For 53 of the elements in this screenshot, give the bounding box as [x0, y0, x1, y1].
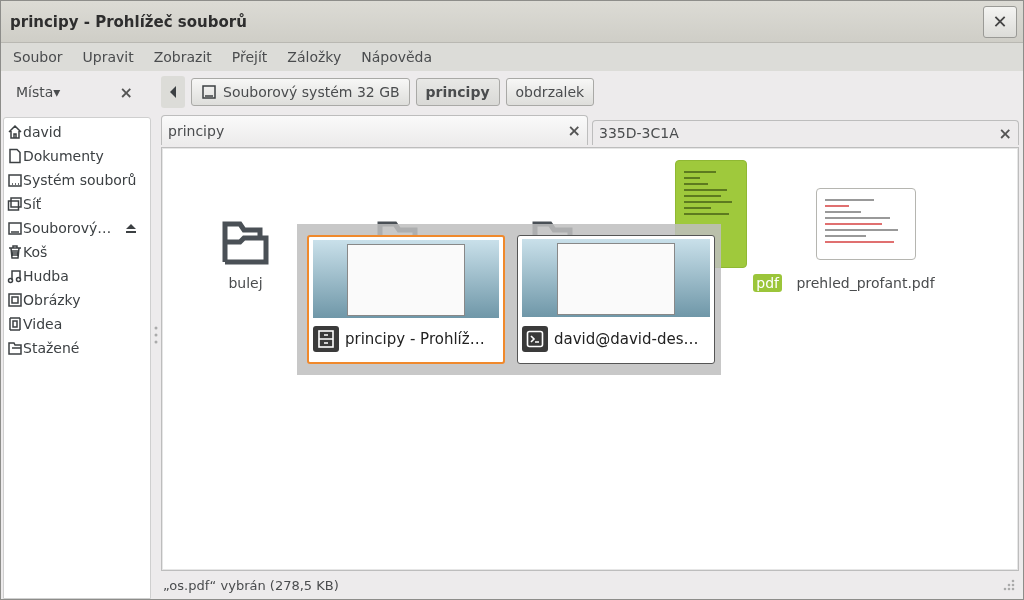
sidebar-item[interactable]: Síť	[23, 196, 42, 212]
file-name[interactable]: prehled_profant.pdf	[793, 274, 938, 292]
close-tab-button[interactable]: ×	[567, 121, 581, 140]
close-tab-button[interactable]: ×	[998, 123, 1012, 143]
film-icon	[7, 316, 23, 332]
tab-label: 335D-3C1A	[599, 125, 679, 141]
close-button[interactable]: ✕	[983, 5, 1017, 38]
trash-icon	[7, 244, 23, 260]
tab[interactable]: principy ×	[161, 115, 588, 145]
path-button[interactable]: Souborový systém 32 GB	[191, 78, 410, 106]
close-sidebar-button[interactable]: ×	[119, 82, 133, 102]
sidebar-item[interactable]: Dokumenty	[23, 148, 104, 164]
eject-icon[interactable]	[125, 223, 138, 233]
drive-icon	[7, 172, 23, 188]
file-cabinet-icon	[313, 325, 339, 352]
menu-item[interactable]: Nápověda	[351, 49, 443, 65]
network-icon	[7, 196, 23, 212]
window-card-title: principy - Prohlíž…	[345, 329, 485, 348]
window-title: principy - Prohlížeč souborů	[10, 12, 247, 31]
path-button[interactable]: obdrzalek	[505, 78, 595, 106]
sidebar-item[interactable]: Systém souborů	[23, 172, 137, 188]
menu-item[interactable]: Zobrazit	[143, 49, 222, 65]
sidebar-item[interactable]: Koš	[23, 244, 48, 260]
menu-item[interactable]: Upravit	[72, 49, 144, 65]
path-button[interactable]: principy	[415, 78, 500, 106]
menu-item[interactable]: Soubor	[3, 49, 73, 65]
menu-item[interactable]: Přejít	[221, 49, 278, 65]
folder-icon[interactable]	[221, 220, 270, 266]
house-icon	[7, 124, 23, 140]
sidebar-item[interactable]: david	[23, 124, 62, 140]
resize-grip-icon[interactable]	[1003, 579, 1015, 591]
terminal-icon	[522, 325, 548, 352]
sidebar-item[interactable]: Obrázky	[23, 292, 81, 308]
sidebar-item[interactable]: Stažené	[23, 340, 80, 356]
picture-frame-icon	[7, 292, 23, 308]
window-card[interactable]: david@david-des…	[517, 235, 715, 364]
window-card[interactable]: principy - Prohlíž…	[307, 235, 505, 364]
status-text: „os.pdf“ vybrán (278,5 KB)	[163, 577, 339, 593]
document-icon	[7, 148, 23, 164]
places-dropdown[interactable]: Místa▾	[16, 84, 61, 100]
folder-icon	[7, 340, 23, 356]
splitter-handle-icon[interactable]	[154, 326, 158, 344]
window-card-title: david@david-des…	[554, 329, 699, 348]
music-note-icon	[7, 268, 23, 284]
file-name[interactable]: bulej	[225, 274, 266, 292]
sidebar-item[interactable]: Hudba	[23, 268, 69, 284]
sidebar-item[interactable]: Souborový…	[23, 220, 112, 236]
tab[interactable]: 335D-3C1A ×	[592, 120, 1019, 145]
tab-label: principy	[168, 122, 225, 139]
menu-item[interactable]: Záložky	[277, 49, 352, 65]
sidebar-item[interactable]: Videa	[23, 316, 63, 332]
back-button[interactable]	[161, 76, 185, 108]
left-triangle-icon	[169, 86, 177, 98]
